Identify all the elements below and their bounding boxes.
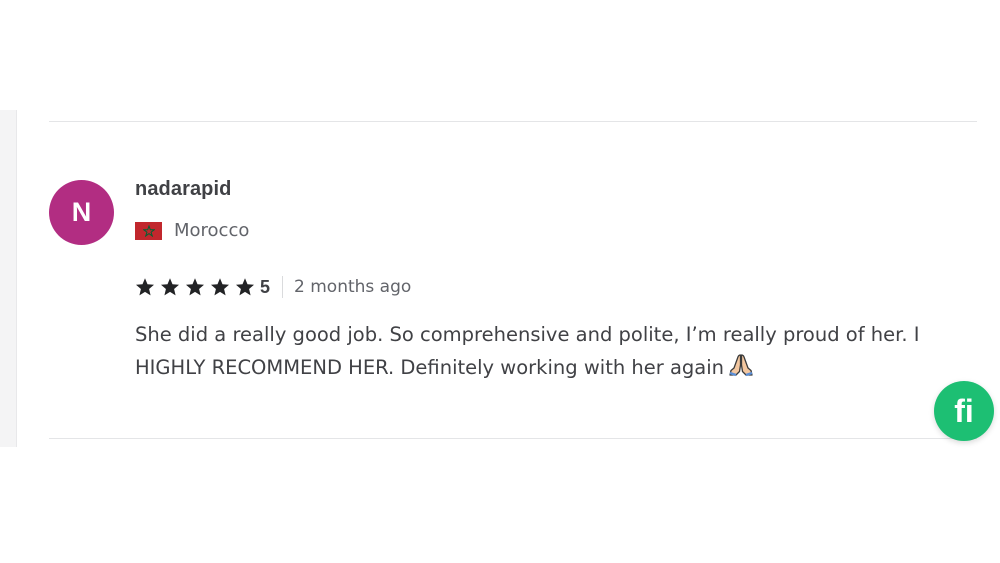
morocco-flag-icon xyxy=(135,221,162,240)
review-text: She did a really good job. So comprehens… xyxy=(135,318,975,387)
rating-separator xyxy=(282,276,284,298)
star-icon xyxy=(235,277,255,297)
country-name: Morocco xyxy=(174,220,250,241)
star-icon xyxy=(135,277,155,297)
reviewer-username[interactable]: nadarapid xyxy=(135,178,231,201)
star-icon xyxy=(185,277,205,297)
left-rail xyxy=(0,110,17,447)
divider-bottom xyxy=(49,438,977,439)
star-rating xyxy=(135,277,260,297)
review-time: 2 months ago xyxy=(294,277,412,297)
review-body: She did a really good job. So comprehens… xyxy=(135,323,920,379)
fiverr-logo-icon[interactable]: fi xyxy=(934,381,994,441)
page: N nadarapid Morocco 5 2 months ago She d… xyxy=(0,0,1000,563)
reviewer-country: Morocco xyxy=(135,220,249,241)
star-icon xyxy=(210,277,230,297)
rating-value: 5 xyxy=(260,276,271,297)
rating-row: 5 2 months ago xyxy=(135,275,411,299)
avatar[interactable]: N xyxy=(49,180,114,245)
folded-hands-icon xyxy=(728,353,754,387)
divider-top xyxy=(49,121,977,122)
star-icon xyxy=(160,277,180,297)
